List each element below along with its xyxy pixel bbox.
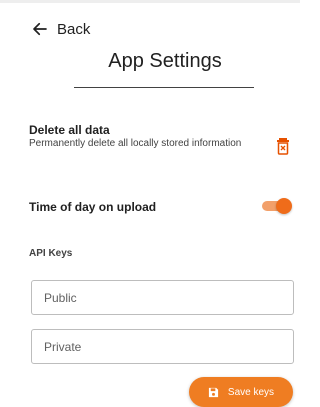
time-of-day-title: Time of day on upload [29, 200, 157, 214]
public-key-field[interactable] [31, 280, 294, 315]
trash-icon[interactable] [275, 137, 291, 155]
delete-data-description: Permanently delete all locally stored in… [29, 138, 242, 149]
top-divider [0, 0, 300, 3]
public-key-input[interactable] [32, 281, 293, 314]
save-icon [208, 387, 219, 397]
time-of-day-toggle[interactable] [262, 198, 292, 214]
back-button[interactable]: Back [31, 17, 90, 41]
private-key-input[interactable] [32, 330, 293, 363]
arrow-left-icon [33, 22, 47, 36]
save-keys-label: Save keys [227, 386, 275, 398]
page-title: App Settings [108, 50, 222, 72]
toggle-thumb [276, 198, 292, 214]
back-label: Back [57, 20, 91, 38]
title-underline [74, 87, 254, 88]
api-keys-label: API Keys [29, 248, 73, 259]
save-keys-button[interactable]: Save keys [189, 377, 293, 407]
private-key-field[interactable] [31, 329, 294, 364]
delete-data-title: Delete all data [29, 123, 110, 137]
